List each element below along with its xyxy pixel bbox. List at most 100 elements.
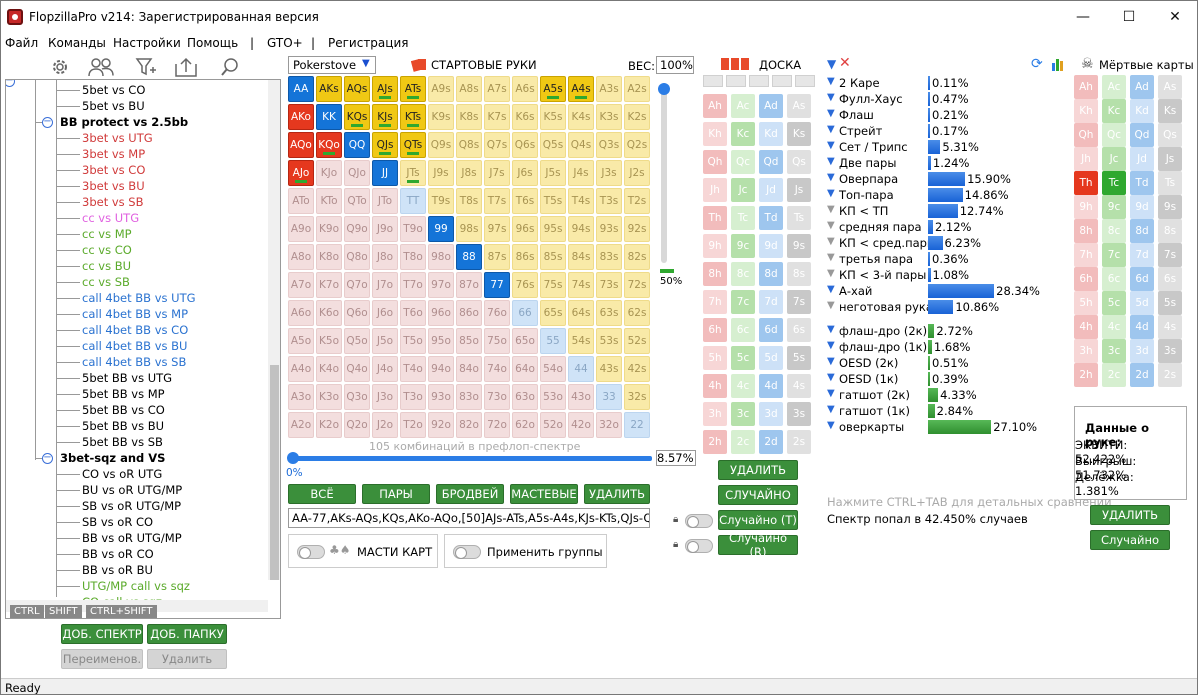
hand-cell-54s[interactable]: 54s: [568, 328, 594, 354]
board-card-3h[interactable]: 3h: [703, 402, 727, 426]
dead-card-Ac[interactable]: Ac: [1102, 75, 1126, 99]
hand-cell-A9s[interactable]: A9s: [428, 76, 454, 102]
hand-cell-T3s[interactable]: T3s: [596, 188, 622, 214]
board-card-6h[interactable]: 6h: [703, 318, 727, 342]
menu-settings[interactable]: Настройки: [113, 36, 181, 50]
dead-card-Qd[interactable]: Qd: [1130, 123, 1154, 147]
tree-collapse-toggle[interactable]: −: [42, 117, 53, 128]
clear-range-button[interactable]: УДАЛИТЬ: [584, 484, 650, 504]
tree-item[interactable]: CO vs oR UTG: [82, 466, 162, 482]
dead-card-9c[interactable]: 9c: [1102, 195, 1126, 219]
board-card-Jd[interactable]: Jd: [759, 178, 783, 202]
hand-cell-K7o[interactable]: K7o: [316, 272, 342, 298]
tree-item[interactable]: BU vs oR UTG/MP: [82, 482, 182, 498]
hand-cell-83o[interactable]: 83o: [456, 384, 482, 410]
dead-card-2h[interactable]: 2h: [1074, 363, 1098, 387]
row-filter-icon[interactable]: ▼: [827, 92, 835, 103]
hand-cell-T5s[interactable]: T5s: [540, 188, 566, 214]
hand-cell-87s[interactable]: 87s: [484, 244, 510, 270]
dead-card-Ts[interactable]: Ts: [1158, 171, 1182, 195]
board-card-8h[interactable]: 8h: [703, 262, 727, 286]
range-text-input[interactable]: AA-77,AKs-AQs,KQs,AKo-AQo,[50]AJs-ATs,A5…: [288, 508, 650, 528]
hand-cell-KK[interactable]: KK: [316, 104, 342, 130]
menu-registration[interactable]: Регистрация: [328, 36, 408, 50]
dead-card-6h[interactable]: 6h: [1074, 267, 1098, 291]
suited-button[interactable]: МАСТЕВЫЕ: [510, 484, 578, 504]
hand-cell-Q6o[interactable]: Q6o: [344, 300, 370, 326]
tree-item[interactable]: 5bet BB vs UTG: [82, 370, 172, 386]
dead-card-9h[interactable]: 9h: [1074, 195, 1098, 219]
row-filter-icon[interactable]: ▼: [827, 356, 835, 367]
hand-cell-A4o[interactable]: A4o: [288, 356, 314, 382]
lock-icon[interactable]: 🔒︎: [673, 514, 678, 525]
board-card-3c[interactable]: 3c: [731, 402, 755, 426]
hand-cell-T5o[interactable]: T5o: [400, 328, 426, 354]
hand-cell-Q8o[interactable]: Q8o: [344, 244, 370, 270]
tree-item[interactable]: call 4bet BB vs BU: [82, 338, 187, 354]
row-filter-icon[interactable]: ▼: [827, 340, 835, 351]
hand-cell-Q6s[interactable]: Q6s: [512, 132, 538, 158]
board-card-5h[interactable]: 5h: [703, 346, 727, 370]
tree-item[interactable]: 5bet BB vs CO: [82, 402, 165, 418]
hand-cell-J9o[interactable]: J9o: [372, 216, 398, 242]
dead-card-Ks[interactable]: Ks: [1158, 99, 1182, 123]
board-card-7d[interactable]: 7d: [759, 290, 783, 314]
hand-cell-KJs[interactable]: KJs: [372, 104, 398, 130]
board-card-Qc[interactable]: Qc: [731, 150, 755, 174]
hand-cell-AQo[interactable]: AQo: [288, 132, 314, 158]
tree-item[interactable]: 3bet-sqz and VS: [60, 450, 165, 466]
hand-cell-A6s[interactable]: A6s: [512, 76, 538, 102]
hand-cell-52o[interactable]: 52o: [540, 412, 566, 438]
hand-cell-62o[interactable]: 62o: [512, 412, 538, 438]
random-turn-button[interactable]: Случайно (T): [718, 510, 798, 530]
board-card-Ad[interactable]: Ad: [759, 94, 783, 118]
hand-cell-64o[interactable]: 64o: [512, 356, 538, 382]
hand-cell-83s[interactable]: 83s: [596, 244, 622, 270]
hand-cell-Q5s[interactable]: Q5s: [540, 132, 566, 158]
row-filter-icon[interactable]: ▼: [827, 404, 835, 415]
tree-item[interactable]: cc vs CO: [82, 242, 132, 258]
hand-cell-73s[interactable]: 73s: [596, 272, 622, 298]
hand-cell-A5s[interactable]: A5s: [540, 76, 566, 102]
hand-cell-A4s[interactable]: A4s: [568, 76, 594, 102]
percent-input[interactable]: 8.57%: [656, 450, 696, 466]
dead-card-Ah[interactable]: Ah: [1074, 75, 1098, 99]
hand-cell-A3o[interactable]: A3o: [288, 384, 314, 410]
hand-cell-JTo[interactable]: JTo: [372, 188, 398, 214]
tree-item[interactable]: 3bet vs CO: [82, 162, 145, 178]
hand-cell-82s[interactable]: 82s: [624, 244, 650, 270]
hand-cell-Q7s[interactable]: Q7s: [484, 132, 510, 158]
dead-card-Kd[interactable]: Kd: [1130, 99, 1154, 123]
hand-cell-J8s[interactable]: J8s: [456, 160, 482, 186]
board-card-Qs[interactable]: Qs: [787, 150, 811, 174]
board-card-6s[interactable]: 6s: [787, 318, 811, 342]
dead-card-8s[interactable]: 8s: [1158, 219, 1182, 243]
board-card-6c[interactable]: 6c: [731, 318, 755, 342]
board-card-Kh[interactable]: Kh: [703, 122, 727, 146]
board-card-3s[interactable]: 3s: [787, 402, 811, 426]
dead-card-8h[interactable]: 8h: [1074, 219, 1098, 243]
tree-item[interactable]: BB vs oR BU: [82, 562, 153, 578]
board-card-Ac[interactable]: Ac: [731, 94, 755, 118]
hand-cell-K8s[interactable]: K8s: [456, 104, 482, 130]
hand-cell-K9s[interactable]: K9s: [428, 104, 454, 130]
tree-item[interactable]: 5bet BB vs BU: [82, 418, 164, 434]
minimize-button[interactable]: —: [1060, 1, 1106, 33]
dead-card-4d[interactable]: 4d: [1130, 315, 1154, 339]
hand-cell-65o[interactable]: 65o: [512, 328, 538, 354]
hand-cell-97s[interactable]: 97s: [484, 216, 510, 242]
hand-cell-K2o[interactable]: K2o: [316, 412, 342, 438]
hand-cell-KJo[interactable]: KJo: [316, 160, 342, 186]
tree-item[interactable]: BB vs oR UTG/MP: [82, 530, 182, 546]
dead-card-Kc[interactable]: Kc: [1102, 99, 1126, 123]
board-card-8c[interactable]: 8c: [731, 262, 755, 286]
filter-icon[interactable]: ▼: [827, 57, 836, 71]
hand-cell-J7o[interactable]: J7o: [372, 272, 398, 298]
tree-item[interactable]: 3bet vs UTG: [82, 130, 153, 146]
dead-random-button[interactable]: Случайно: [1090, 530, 1170, 550]
hand-cell-A7s[interactable]: A7s: [484, 76, 510, 102]
dead-card-Th[interactable]: Th: [1074, 171, 1098, 195]
maximize-button[interactable]: ☐: [1106, 1, 1152, 33]
hand-cell-53o[interactable]: 53o: [540, 384, 566, 410]
tree-item[interactable]: 5bet BB vs SB: [82, 434, 163, 450]
